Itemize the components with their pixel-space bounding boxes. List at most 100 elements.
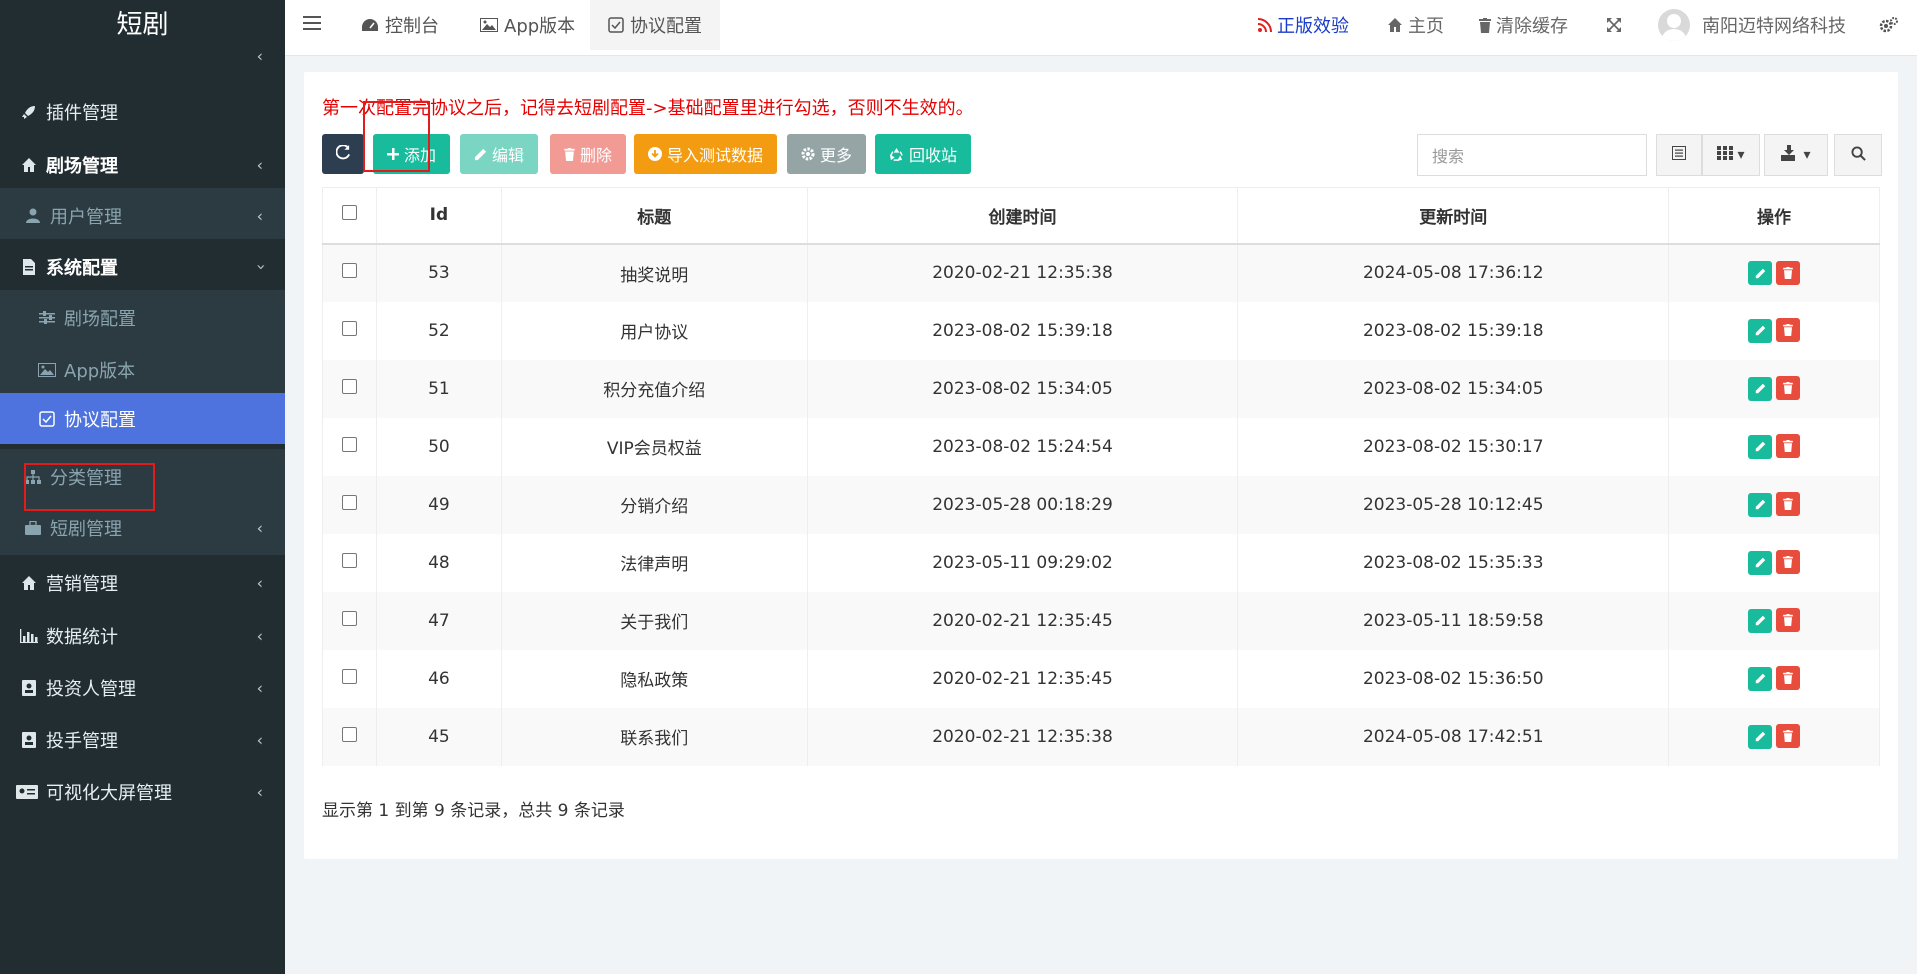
row-checkbox[interactable] (341, 610, 357, 626)
settings-gears-icon[interactable] (1879, 0, 1899, 50)
delete-row-button[interactable] (1776, 260, 1801, 285)
edit-row-button[interactable] (1748, 666, 1773, 691)
sidebar-item-agreement-config[interactable]: 协议配置 (0, 393, 285, 444)
menu-toggle-icon[interactable] (303, 16, 321, 32)
table-row: 52 用户协议 2023-08-02 15:39:18 2023-08-02 1… (322, 301, 1880, 360)
sidebar-item-pitchers[interactable]: 投手管理 ‹ (0, 712, 285, 768)
table-row: 49 分销介绍 2023-05-28 00:18:29 2023-05-28 1… (322, 475, 1880, 534)
chevron-left-icon: ‹ (256, 782, 263, 802)
sidebar-item-investors[interactable]: 投资人管理 ‹ (0, 660, 285, 716)
delete-row-button[interactable] (1776, 550, 1801, 575)
edit-row-button[interactable] (1748, 318, 1773, 343)
edit-row-button[interactable] (1748, 261, 1773, 286)
sidebar-item-marketing[interactable]: 营销管理 ‹ (0, 555, 285, 611)
sidebar-item-label: App版本 (64, 361, 136, 382)
tab-app-version[interactable]: App版本 (462, 0, 593, 50)
tab-agreement-config[interactable]: 协议配置 (590, 0, 720, 50)
license-check-link[interactable]: 正版效验 (1258, 0, 1349, 50)
sidebar-item-system-config[interactable]: 系统配置 ‹ (0, 239, 285, 295)
tab-dashboard[interactable]: 控制台 (343, 0, 457, 50)
delete-row-button[interactable] (1776, 608, 1801, 633)
table-row: 48 法律声明 2023-05-11 09:29:02 2023-08-02 1… (322, 533, 1880, 592)
more-button[interactable]: 更多 (787, 134, 867, 174)
trash-icon (564, 147, 575, 161)
cell-id: 52 (375, 301, 502, 360)
row-checkbox[interactable] (341, 378, 357, 394)
highlight-box (363, 101, 430, 172)
sidebar-item-app-version[interactable]: App版本 (0, 342, 285, 398)
license-label: 正版效验 (1277, 16, 1349, 37)
delete-row-button[interactable] (1776, 376, 1801, 401)
agreement-icon (608, 17, 624, 33)
delete-row-button[interactable] (1776, 318, 1801, 343)
toggle-view-button[interactable] (1656, 134, 1702, 176)
clear-cache-label: 清除缓存 (1496, 16, 1568, 37)
column-header-updated[interactable]: 更新时间 (1237, 187, 1670, 245)
sidebar-item-dashboard-screen[interactable]: 可视化大屏管理 ‹ (0, 764, 285, 820)
user-menu[interactable]: 南阳迈特网络科技 (1658, 0, 1846, 50)
edit-row-button[interactable] (1748, 724, 1773, 749)
recycle-label: 回收站 (909, 146, 958, 165)
edit-row-button[interactable] (1748, 492, 1773, 517)
delete-button[interactable]: 删除 (550, 134, 627, 174)
sidebar-item-statistics[interactable]: 数据统计 ‹ (0, 608, 285, 664)
column-header-title[interactable]: 标题 (500, 187, 808, 245)
cell-updated: 2023-05-11 18:59:58 (1237, 591, 1670, 650)
delete-row-button[interactable] (1776, 434, 1801, 459)
columns-dropdown-button[interactable]: ▾ (1702, 134, 1760, 176)
refresh-icon (335, 143, 351, 164)
edit-row-button[interactable] (1748, 376, 1773, 401)
sidebar-item-hidden[interactable]: ‹ (0, 50, 285, 72)
app-logo[interactable]: 短剧 (0, 0, 285, 50)
export-dropdown-button[interactable]: ▾ (1764, 134, 1828, 176)
column-header-created[interactable]: 创建时间 (806, 187, 1239, 245)
cell-created: 2023-05-28 00:18:29 (806, 475, 1239, 534)
fullscreen-icon[interactable] (1606, 0, 1622, 50)
row-checkbox[interactable] (341, 436, 357, 452)
sidebar-item-label: 系统配置 (46, 258, 118, 279)
image-icon (480, 18, 498, 32)
table-row: 45 联系我们 2020-02-21 12:35:38 2024-05-08 1… (322, 707, 1880, 766)
import-test-data-button[interactable]: 导入测试数据 (634, 134, 778, 174)
content-panel: 第一次配置完协议之后，记得去短剧配置->基础配置里进行勾选，否则不生效的。 添加… (304, 72, 1898, 859)
cell-created: 2020-02-21 12:35:45 (806, 649, 1239, 708)
recycle-bin-button[interactable]: 回收站 (875, 134, 972, 174)
column-header-id[interactable]: Id (375, 187, 502, 245)
search-input[interactable]: 搜索 (1417, 134, 1647, 176)
delete-row-button[interactable] (1776, 492, 1801, 517)
row-checkbox[interactable] (341, 726, 357, 742)
table-row: 47 关于我们 2020-02-21 12:35:45 2023-05-11 1… (322, 591, 1880, 650)
edit-label: 编辑 (492, 146, 525, 165)
row-checkbox[interactable] (341, 494, 357, 510)
sidebar-item-theater[interactable]: 剧场管理 ‹ (0, 137, 285, 193)
refresh-button[interactable] (322, 134, 364, 174)
delete-row-button[interactable] (1776, 724, 1801, 749)
clear-cache-link[interactable]: 清除缓存 (1479, 0, 1568, 50)
select-all-checkbox[interactable] (341, 205, 357, 221)
search-button[interactable] (1834, 134, 1882, 176)
tab-label: App版本 (504, 16, 576, 37)
chevron-down-icon: ‹ (250, 263, 270, 271)
delete-label: 删除 (580, 146, 613, 165)
sidebar-item-plugins[interactable]: 插件管理 (0, 84, 285, 140)
cell-title: 分销介绍 (500, 475, 808, 534)
delete-row-button[interactable] (1776, 666, 1801, 691)
row-checkbox[interactable] (341, 263, 357, 278)
sliders-icon (38, 309, 56, 327)
row-checkbox[interactable] (341, 320, 357, 336)
sidebar-item-users[interactable]: 用户管理 ‹ (0, 188, 285, 244)
cell-title: VIP会员权益 (500, 417, 808, 476)
sidebar: 短剧 ‹ 插件管理 剧场管理 ‹ 用户管理 ‹ 系统配置 ‹ 剧场配置 App版… (0, 0, 285, 974)
cell-created: 2023-05-11 09:29:02 (806, 533, 1239, 592)
edit-row-button[interactable] (1748, 434, 1773, 459)
row-checkbox[interactable] (341, 552, 357, 568)
home-link[interactable]: 主页 (1387, 0, 1444, 50)
edit-row-button[interactable] (1748, 608, 1773, 633)
edit-row-button[interactable] (1748, 550, 1773, 575)
edit-button[interactable]: 编辑 (460, 134, 539, 174)
row-checkbox[interactable] (341, 668, 357, 684)
chevron-left-icon: ‹ (256, 678, 263, 698)
cell-actions (1668, 359, 1880, 418)
sidebar-item-label: 营销管理 (46, 574, 118, 595)
sidebar-item-theater-config[interactable]: 剧场配置 (0, 290, 285, 346)
